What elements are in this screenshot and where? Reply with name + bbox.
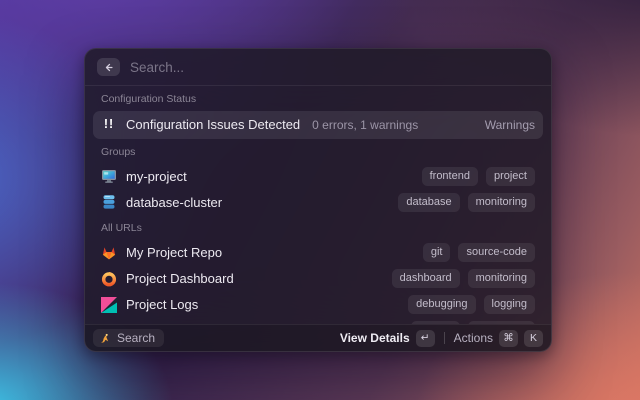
command-label: Search [117, 331, 156, 345]
item-title: Project Dashboard [126, 271, 234, 287]
tag: debugging [408, 295, 476, 315]
back-button[interactable] [97, 58, 120, 76]
tag: monitoring [467, 269, 535, 289]
kibana-icon [101, 296, 117, 313]
double-exclamation-icon: !! [103, 117, 115, 132]
launcher-window: Configuration Status !! Configuration Is… [84, 48, 552, 352]
tag: source-code [458, 243, 535, 263]
item-subtitle: 0 errors, 1 warnings [312, 117, 419, 132]
tag: project [485, 166, 535, 186]
gitlab-icon [101, 245, 117, 261]
tag: monitoring [467, 192, 535, 212]
actions-menu-button[interactable]: Actions ⌘ K [454, 329, 543, 347]
section-title-configuration-status: Configuration Status [101, 93, 197, 105]
list-item-configuration-issues[interactable]: !! Configuration Issues Detected 0 error… [93, 110, 543, 139]
results-list: Configuration Status !! Configuration Is… [85, 86, 551, 324]
tag: frontend [421, 166, 478, 186]
desktop-background: Configuration Status !! Configuration Is… [0, 0, 640, 400]
item-accessory: Warnings [484, 117, 535, 132]
k-key: K [524, 329, 543, 347]
list-item-my-project[interactable]: my-project frontend project [93, 163, 543, 189]
list-item-project-dashboard[interactable]: Project Dashboard dashboard monitoring [93, 266, 543, 292]
footer-bar: Search View Details ↵ Actions ⌘ K [85, 324, 551, 351]
extension-icon [100, 333, 109, 343]
return-key-icon: ↵ [415, 329, 435, 347]
tag: git [422, 243, 451, 263]
list-item-my-project-repo[interactable]: My Project Repo git source-code [93, 240, 543, 266]
footer-divider [443, 332, 445, 344]
search-bar [85, 49, 551, 86]
search-input[interactable] [130, 59, 539, 75]
tag: database [398, 192, 460, 212]
item-title: Project Logs [126, 297, 199, 313]
item-title: my-project [126, 168, 187, 184]
computer-icon [101, 168, 117, 184]
item-title: My Project Repo [126, 245, 223, 261]
current-command: Search [93, 329, 165, 347]
item-title: database-cluster [126, 194, 223, 210]
database-icon [101, 194, 117, 210]
grafana-icon [101, 271, 117, 287]
arrow-left-icon [105, 63, 113, 71]
command-key-icon: ⌘ [499, 329, 518, 347]
list-item-database-cluster[interactable]: database-cluster database monitoring [93, 189, 543, 215]
section-title-all-urls: All URLs [101, 222, 142, 235]
section-title-groups: Groups [101, 145, 136, 158]
tag: logging [483, 295, 535, 315]
list-item-project-logs[interactable]: Project Logs debugging logging [93, 292, 543, 318]
view-details-action[interactable]: View Details ↵ [340, 329, 435, 347]
item-title: Configuration Issues Detected [126, 117, 301, 133]
tag: dashboard [391, 269, 460, 289]
